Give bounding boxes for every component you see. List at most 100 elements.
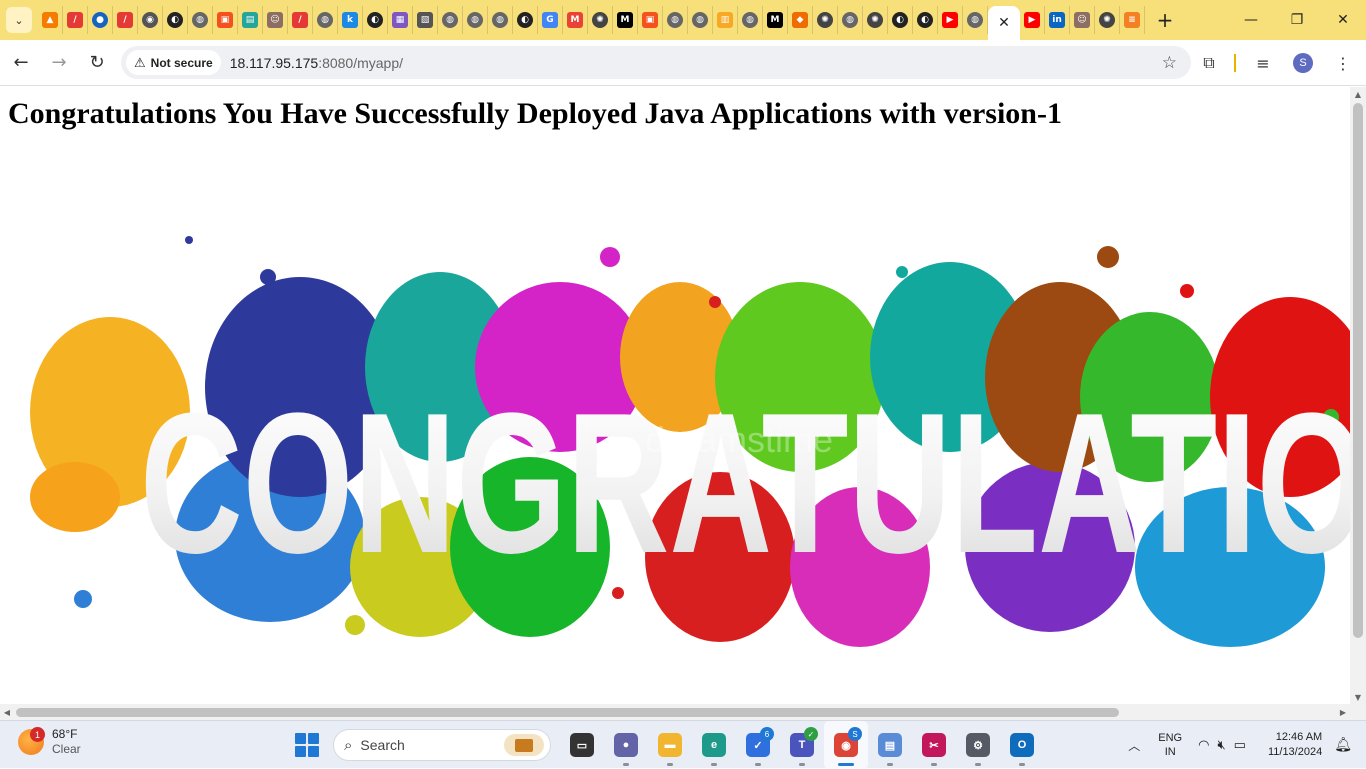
show-hidden-icons-icon[interactable]: ︿ <box>1128 737 1140 754</box>
browser-tab[interactable]: ◍ <box>688 6 713 34</box>
browser-tab[interactable]: ● <box>88 6 113 34</box>
browser-tab[interactable]: ✺ <box>813 6 838 34</box>
linkedin-icon: in <box>1049 12 1065 28</box>
taskbar-app[interactable]: O <box>1000 721 1044 769</box>
taskbar-search[interactable]: ⌕ Search <box>333 729 551 761</box>
horizontal-scrollbar[interactable]: ◀ ▶ <box>0 704 1350 720</box>
browser-tab[interactable]: ◉ <box>138 6 163 34</box>
tab-active[interactable]: ✕ <box>988 6 1020 40</box>
scroll-left-icon[interactable]: ◀ <box>0 704 14 720</box>
scroll-down-icon[interactable]: ▼ <box>1350 690 1366 704</box>
address-bar[interactable]: ⚠ Not secure 18.117.95.175:8080/myapp/ ☆ <box>121 46 1191 79</box>
extensions-puzzle-icon[interactable]: ⧉ <box>1192 46 1226 80</box>
browser-tab[interactable]: / <box>288 6 313 34</box>
volume-muted-icon[interactable]: 🔇︎ <box>1217 738 1225 753</box>
window-controls: — ❐ ✕ <box>1228 0 1366 40</box>
url-text[interactable]: 18.117.95.175:8080/myapp/ <box>230 55 403 71</box>
reload-button[interactable]: ↻ <box>80 46 114 80</box>
browser-tab[interactable]: ▶ <box>1020 6 1045 34</box>
browser-tab[interactable]: ◍ <box>738 6 763 34</box>
wifi-icon[interactable]: ◠ <box>1198 738 1209 753</box>
close-window-button[interactable]: ✕ <box>1320 0 1366 40</box>
browser-tab[interactable]: ◐ <box>363 6 388 34</box>
language-indicator[interactable]: ENG IN <box>1158 731 1182 759</box>
taskbar-app[interactable]: ▭ <box>560 721 604 769</box>
taskbar-app[interactable]: ✓ 6 <box>736 721 780 769</box>
browser-tab[interactable]: ◐ <box>888 6 913 34</box>
outlook-icon: O <box>1010 733 1034 757</box>
web-icon: ◍ <box>492 12 508 28</box>
arrow-left-icon: ← <box>13 52 29 73</box>
browser-tab[interactable]: ≡ <box>1120 6 1145 34</box>
new-tab-button[interactable]: + <box>1151 6 1179 34</box>
scroll-up-icon[interactable]: ▲ <box>1350 87 1366 101</box>
browser-tab[interactable]: G <box>538 6 563 34</box>
bookmark-star-icon[interactable]: ☆ <box>1162 53 1177 73</box>
minimize-button[interactable]: — <box>1228 0 1274 40</box>
browser-tab[interactable]: ◍ <box>463 6 488 34</box>
close-icon[interactable]: ✕ <box>998 15 1010 31</box>
avatar: S <box>1293 53 1313 73</box>
browser-tab[interactable]: ◆ <box>788 6 813 34</box>
taskbar-app[interactable]: ● <box>604 721 648 769</box>
taskbar-app[interactable]: T ✓ <box>780 721 824 769</box>
scroll-right-icon[interactable]: ▶ <box>1336 704 1350 720</box>
browser-tab[interactable]: M <box>563 6 588 34</box>
browser-tab[interactable]: ▤ <box>238 6 263 34</box>
browser-tab[interactable]: ◍ <box>663 6 688 34</box>
browser-tab[interactable]: / <box>63 6 88 34</box>
browser-tab[interactable]: ◍ <box>313 6 338 34</box>
weather-widget[interactable]: 1 68°F Clear <box>18 727 81 757</box>
tab-search-button[interactable]: ⌄ <box>6 7 32 33</box>
browser-tab[interactable]: ▥ <box>713 6 738 34</box>
notepad-icon: ▤ <box>878 733 902 757</box>
taskbar-app[interactable]: ▤ <box>868 721 912 769</box>
browser-tab[interactable]: M <box>613 6 638 34</box>
browser-tab[interactable]: ✺ <box>863 6 888 34</box>
browser-tab[interactable]: ◍ <box>838 6 863 34</box>
back-button[interactable]: ← <box>4 46 38 80</box>
browser-tab[interactable]: in <box>1045 6 1070 34</box>
browser-tab[interactable]: ◍ <box>438 6 463 34</box>
vertical-scrollbar[interactable]: ▲ ▼ <box>1350 87 1366 704</box>
gmail-icon: M <box>567 12 583 28</box>
notification-bell-icon[interactable]: 🔔︎ <box>1334 737 1352 753</box>
browser-tab[interactable]: ✺ <box>588 6 613 34</box>
browser-tab[interactable]: ▧ <box>413 6 438 34</box>
profile-button[interactable]: S <box>1286 46 1320 80</box>
menu-kebab-icon[interactable]: ⋮ <box>1326 46 1360 80</box>
security-indicator[interactable]: ⚠ Not secure <box>126 50 221 75</box>
taskbar-app[interactable]: ▬ <box>648 721 692 769</box>
taskbar-app[interactable]: ◉ S <box>824 721 868 769</box>
browser-tab[interactable]: ◍ <box>488 6 513 34</box>
forward-button[interactable]: → <box>42 46 76 80</box>
browser-tab[interactable]: ▣ <box>213 6 238 34</box>
restore-button[interactable]: ❐ <box>1274 0 1320 40</box>
browser-tab[interactable]: ◐ <box>163 6 188 34</box>
battery-icon[interactable]: ▭ <box>1234 738 1246 753</box>
clock[interactable]: 12:46 AM 11/13/2024 <box>1268 730 1322 760</box>
browser-tab[interactable]: ◍ <box>963 6 988 34</box>
browser-tab[interactable]: ▲ <box>38 6 63 34</box>
browser-tab[interactable]: ◐ <box>513 6 538 34</box>
taskbar-app[interactable]: e <box>692 721 736 769</box>
browser-tab[interactable]: M <box>763 6 788 34</box>
taskbar-app[interactable]: ✂ <box>912 721 956 769</box>
browser-tab[interactable]: ▣ <box>638 6 663 34</box>
browser-tab[interactable]: ▦ <box>388 6 413 34</box>
browser-tab[interactable]: ◍ <box>188 6 213 34</box>
browser-tab[interactable]: / <box>113 6 138 34</box>
horizontal-scroll-thumb[interactable] <box>16 708 1119 717</box>
browser-tab[interactable]: k <box>338 6 363 34</box>
browser-tab[interactable]: ◐ <box>913 6 938 34</box>
start-button[interactable] <box>295 733 319 757</box>
media-control-icon[interactable]: ≡ <box>1246 46 1280 80</box>
person-icon: ☺ <box>267 12 283 28</box>
browser-tab[interactable]: ☺ <box>1070 6 1095 34</box>
taskbar-app[interactable]: ⚙ <box>956 721 1000 769</box>
vertical-scroll-thumb[interactable] <box>1353 103 1363 638</box>
browser-tab[interactable]: ▶ <box>938 6 963 34</box>
browser-tab[interactable]: ☺ <box>263 6 288 34</box>
pen-icon: / <box>67 12 83 28</box>
browser-tab[interactable]: ✺ <box>1095 6 1120 34</box>
